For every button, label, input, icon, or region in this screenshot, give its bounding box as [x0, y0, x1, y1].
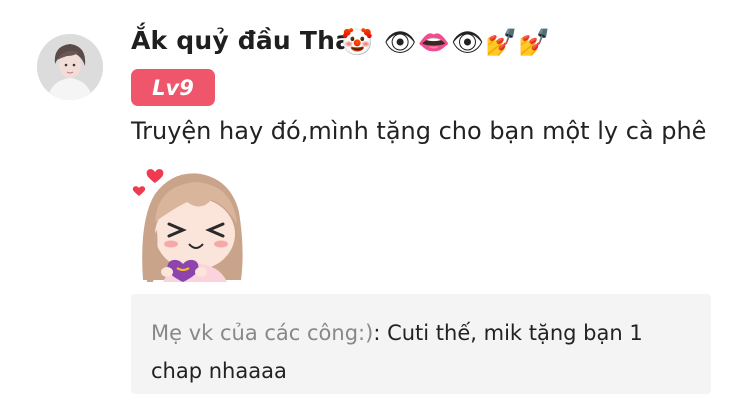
avatar-image — [37, 34, 103, 100]
comment-text: Truyện hay đó,mình tặng cho bạn một ly c… — [131, 117, 707, 145]
username-emojis: 🤡 👁👄👁💅💅 — [341, 28, 552, 58]
username[interactable]: Ắk quỷ đầu Thai — [131, 26, 361, 55]
reply-text: Mẹ vk của các công:): Cuti thế, mik tặng… — [151, 314, 691, 390]
girl-hugging-heart-sticker-icon — [131, 160, 247, 282]
reply-author[interactable]: Mẹ vk của các công:) — [151, 321, 373, 345]
user-avatar[interactable] — [37, 34, 103, 100]
level-badge: Lv9 — [131, 69, 215, 106]
reply-box[interactable]: Mẹ vk của các công:): Cuti thế, mik tặng… — [131, 294, 711, 394]
